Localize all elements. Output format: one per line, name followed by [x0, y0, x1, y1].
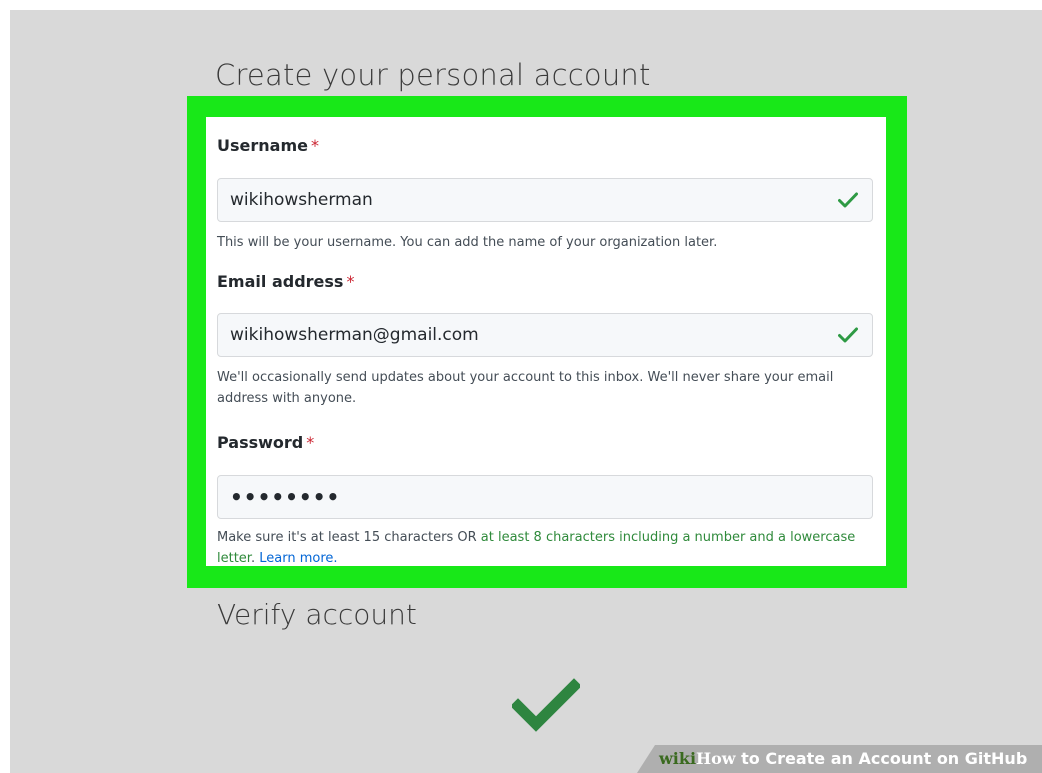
watermark-how: How — [696, 749, 736, 768]
password-help: Make sure it's at least 15 characters OR… — [217, 527, 882, 569]
check-icon — [838, 327, 858, 343]
password-value: •••••••• — [230, 485, 341, 509]
highlight-frame: Username * wikihowsherman This will be yo… — [187, 96, 907, 588]
password-help-sep: . — [250, 551, 260, 566]
required-mark: * — [306, 433, 315, 452]
email-value: wikihowsherman@gmail.com — [230, 325, 479, 345]
learn-more-link[interactable]: Learn more. — [259, 551, 337, 566]
password-input[interactable]: •••••••• — [217, 475, 873, 519]
check-icon — [838, 192, 858, 208]
watermark-text: wikiHow to Create an Account on GitHub — [659, 749, 1027, 768]
verify-account-heading: Verify account — [217, 598, 417, 631]
password-label: Password * — [217, 433, 314, 452]
wikihow-watermark: wikiHow to Create an Account on GitHub — [637, 745, 1042, 773]
page-title: Create your personal account — [215, 58, 651, 92]
watermark-wiki: wiki — [659, 749, 697, 768]
username-help: This will be your username. You can add … — [217, 235, 718, 250]
username-value: wikihowsherman — [230, 190, 373, 210]
username-label-text: Username — [217, 136, 308, 155]
tutorial-canvas: Create your personal account Username * w… — [10, 10, 1042, 773]
password-label-text: Password — [217, 433, 304, 452]
password-help-text: Make sure it's at least 15 characters OR — [217, 530, 481, 545]
signup-form: Username * wikihowsherman This will be yo… — [206, 117, 886, 566]
username-label: Username * — [217, 136, 319, 155]
required-mark: * — [310, 136, 319, 155]
username-input[interactable]: wikihowsherman — [217, 178, 873, 222]
check-icon — [512, 678, 580, 732]
required-mark: * — [346, 272, 355, 291]
watermark-rest: to Create an Account on GitHub — [735, 749, 1028, 768]
email-label: Email address * — [217, 272, 354, 291]
email-input[interactable]: wikihowsherman@gmail.com — [217, 313, 873, 357]
email-help: We'll occasionally send updates about yo… — [217, 370, 834, 406]
email-label-text: Email address — [217, 272, 344, 291]
